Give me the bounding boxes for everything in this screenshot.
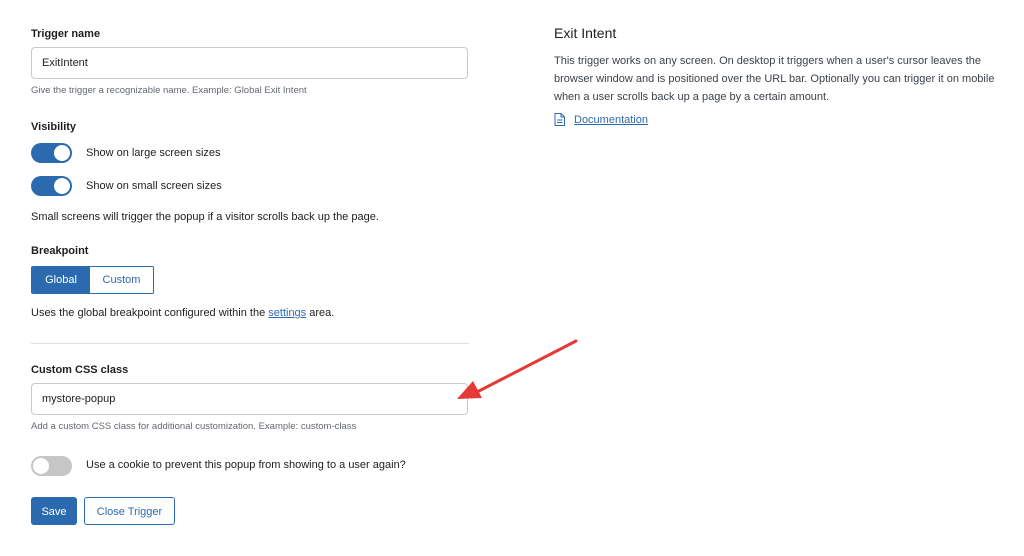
breakpoint-global-button[interactable]: Global: [32, 267, 90, 293]
breakpoint-segmented-control: Global Custom: [31, 266, 154, 294]
custom-css-input[interactable]: [31, 383, 468, 415]
breakpoint-note-after: area.: [306, 307, 335, 319]
breakpoint-note: Uses the global breakpoint configured wi…: [31, 307, 334, 319]
trigger-name-help: Give the trigger a recognizable name. Ex…: [31, 85, 307, 96]
custom-css-help: Add a custom CSS class for additional cu…: [31, 421, 357, 432]
small-screen-toggle[interactable]: [31, 176, 72, 196]
documentation-link[interactable]: Documentation: [554, 113, 648, 126]
settings-link[interactable]: settings: [268, 307, 306, 319]
trigger-name-input[interactable]: [31, 47, 468, 79]
document-icon: [554, 113, 565, 126]
section-divider: [31, 343, 469, 344]
small-screen-label: Show on small screen sizes: [86, 180, 222, 192]
annotation-arrow: [457, 339, 578, 399]
trigger-type-title: Exit Intent: [554, 25, 617, 41]
toggle-knob: [54, 145, 70, 161]
visibility-note: Small screens will trigger the popup if …: [31, 211, 379, 223]
breakpoint-label: Breakpoint: [31, 245, 89, 257]
trigger-name-label: Trigger name: [31, 28, 101, 40]
breakpoint-note-before: Uses the global breakpoint configured wi…: [31, 307, 269, 319]
breakpoint-custom-button[interactable]: Custom: [90, 267, 153, 293]
large-screen-label: Show on large screen sizes: [86, 147, 221, 159]
toggle-knob: [33, 458, 49, 474]
large-screen-toggle[interactable]: [31, 143, 72, 163]
save-button[interactable]: Save: [31, 497, 77, 525]
custom-css-label: Custom CSS class: [31, 364, 129, 376]
trigger-type-description: This trigger works on any screen. On des…: [554, 55, 995, 103]
close-trigger-button[interactable]: Close Trigger: [84, 497, 175, 525]
cookie-toggle[interactable]: [31, 456, 72, 476]
trigger-settings-page: Trigger name Give the trigger a recogniz…: [0, 0, 1024, 556]
visibility-label: Visibility: [31, 121, 77, 133]
cookie-label: Use a cookie to prevent this popup from …: [86, 459, 406, 471]
documentation-link-label[interactable]: Documentation: [574, 114, 648, 126]
toggle-knob: [54, 178, 70, 194]
